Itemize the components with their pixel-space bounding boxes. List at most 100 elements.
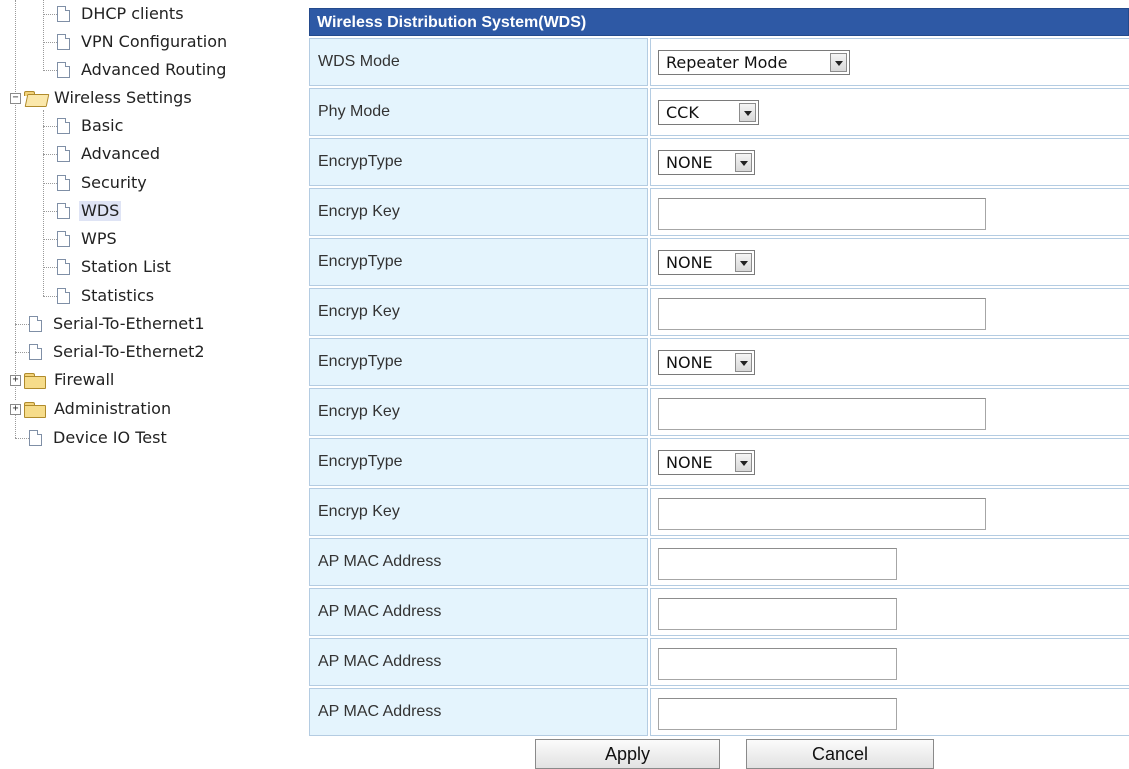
- table-row: AP MAC Address: [309, 536, 1129, 586]
- select-value: NONE: [666, 253, 713, 272]
- tree-item-administration[interactable]: + Administration: [10, 395, 173, 423]
- phy-mode-select[interactable]: CCK: [658, 100, 759, 125]
- table-cell: [650, 188, 1129, 236]
- encryp-type-select-2[interactable]: NONE: [658, 250, 755, 275]
- chevron-down-icon[interactable]: [735, 153, 752, 172]
- tree-item-dhcp-clients[interactable]: DHCP clients: [57, 0, 186, 28]
- tree-connector: [43, 211, 57, 212]
- chevron-down-icon[interactable]: [739, 103, 756, 122]
- table-cell: Repeater Mode: [650, 38, 1129, 86]
- tree-item-label: Device IO Test: [53, 428, 167, 447]
- table-cell: [650, 588, 1129, 636]
- table-row: AP MAC Address: [309, 636, 1129, 686]
- tree-item-device-io-test[interactable]: Device IO Test: [29, 424, 169, 452]
- tree-item-label: VPN Configuration: [81, 32, 228, 51]
- tree-item-advanced-routing[interactable]: Advanced Routing: [57, 56, 228, 84]
- tree-item-advanced[interactable]: Advanced: [57, 140, 162, 168]
- tree-item-firewall[interactable]: + Firewall: [10, 366, 116, 394]
- table-row: EncrypType NONE: [309, 236, 1129, 286]
- ap-mac-address-label: AP MAC Address: [309, 638, 648, 686]
- tree-item-label: Basic: [81, 116, 124, 135]
- select-value: NONE: [666, 453, 713, 472]
- table-cell: [650, 488, 1129, 536]
- ap-mac-address-label: AP MAC Address: [309, 688, 648, 736]
- tree-item-wps[interactable]: WPS: [57, 225, 119, 253]
- tree-item-label: Serial-To-Ethernet2: [53, 342, 205, 361]
- table-cell: [650, 288, 1129, 336]
- encryp-type-label: EncrypType: [309, 138, 648, 186]
- tree-connector: [43, 42, 57, 43]
- tree-connector: [43, 154, 57, 155]
- encryp-key-input-2[interactable]: [658, 298, 986, 330]
- chevron-down-icon[interactable]: [735, 253, 752, 272]
- tree-connector: [43, 14, 57, 15]
- tree-connector: [15, 324, 29, 325]
- tree-item-basic[interactable]: Basic: [57, 112, 125, 140]
- table-cell: NONE: [650, 138, 1129, 186]
- tree-item-serial-to-ethernet2[interactable]: Serial-To-Ethernet2: [29, 338, 207, 366]
- tree-item-wireless-settings[interactable]: − Wireless Settings: [10, 84, 194, 112]
- page-icon: [29, 316, 42, 332]
- page-icon: [57, 203, 70, 219]
- chevron-down-icon[interactable]: [830, 53, 847, 72]
- expand-icon[interactable]: +: [10, 374, 21, 386]
- chevron-down-icon[interactable]: [735, 353, 752, 372]
- select-value: Repeater Mode: [666, 53, 788, 72]
- tree-item-station-list[interactable]: Station List: [57, 253, 173, 281]
- tree-item-label: Firewall: [54, 370, 115, 389]
- encryp-type-label: EncrypType: [309, 238, 648, 286]
- page-icon: [29, 344, 42, 360]
- encryp-type-label: EncrypType: [309, 338, 648, 386]
- tree-connector: [15, 0, 16, 400]
- encryp-key-input-1[interactable]: [658, 198, 986, 230]
- ap-mac-address-input-4[interactable]: [658, 698, 897, 730]
- tree-item-vpn-configuration[interactable]: VPN Configuration: [57, 28, 229, 56]
- page-icon: [57, 288, 70, 304]
- tree-connector: [43, 0, 44, 71]
- phy-mode-label: Phy Mode: [309, 88, 648, 136]
- wds-mode-select[interactable]: Repeater Mode: [658, 50, 850, 75]
- chevron-down-icon[interactable]: [735, 453, 752, 472]
- wds-mode-label: WDS Mode: [309, 38, 648, 86]
- ap-mac-address-input-1[interactable]: [658, 548, 897, 580]
- table-cell: NONE: [650, 438, 1129, 486]
- tree-item-label: Serial-To-Ethernet1: [53, 314, 205, 333]
- encryp-type-select-4[interactable]: NONE: [658, 450, 755, 475]
- select-value: NONE: [666, 153, 713, 172]
- tree-item-label: Advanced Routing: [81, 60, 227, 79]
- tree-connector: [43, 296, 57, 297]
- tree-item-serial-to-ethernet1[interactable]: Serial-To-Ethernet1: [29, 310, 207, 338]
- ap-mac-address-input-3[interactable]: [658, 648, 897, 680]
- navigation-tree: DHCP clients VPN Configuration Advanced …: [0, 0, 300, 766]
- tree-item-label: Security: [81, 173, 147, 192]
- tree-item-wds[interactable]: WDS: [57, 197, 122, 225]
- page-icon: [29, 430, 42, 446]
- tree-connector: [43, 126, 57, 127]
- tree-connector: [43, 110, 44, 296]
- tree-item-security[interactable]: Security: [57, 169, 149, 197]
- tree-item-label: Administration: [54, 399, 172, 418]
- encryp-key-label: Encryp Key: [309, 488, 648, 536]
- table-row: Encryp Key: [309, 186, 1129, 236]
- table-cell: [650, 688, 1129, 736]
- ap-mac-address-input-2[interactable]: [658, 598, 897, 630]
- table-cell: NONE: [650, 338, 1129, 386]
- expand-icon[interactable]: +: [10, 403, 21, 415]
- encryp-key-input-4[interactable]: [658, 498, 986, 530]
- tree-connector: [15, 438, 29, 439]
- cancel-button[interactable]: Cancel: [746, 739, 934, 769]
- select-value: CCK: [666, 103, 699, 122]
- tree-item-statistics[interactable]: Statistics: [57, 282, 156, 310]
- apply-button[interactable]: Apply: [535, 739, 720, 769]
- encryp-type-select-3[interactable]: NONE: [658, 350, 755, 375]
- table-row: Encryp Key: [309, 486, 1129, 536]
- encryp-key-input-3[interactable]: [658, 398, 986, 430]
- tree-item-label: WPS: [81, 229, 117, 248]
- collapse-icon[interactable]: −: [10, 92, 21, 104]
- table-row: EncrypType NONE: [309, 336, 1129, 386]
- table-cell: [650, 638, 1129, 686]
- encryp-type-select-1[interactable]: NONE: [658, 150, 755, 175]
- table-row: Encryp Key: [309, 286, 1129, 336]
- table-cell: CCK: [650, 88, 1129, 136]
- tree-connector: [43, 183, 57, 184]
